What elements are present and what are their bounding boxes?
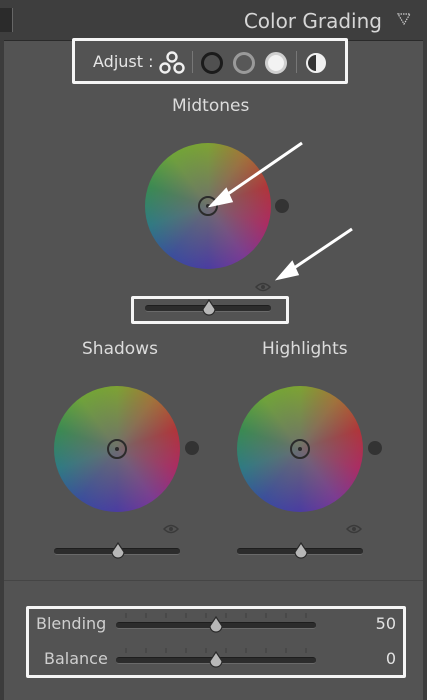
global-half-circle-icon[interactable]: [305, 52, 327, 74]
midtones-circle-icon[interactable]: [233, 52, 255, 74]
balance-thumb[interactable]: [208, 651, 224, 669]
highlights-wheel-handle[interactable]: [290, 439, 310, 459]
shadows-circle-icon[interactable]: [201, 52, 223, 74]
adjust-highlight-box: Adjust :: [72, 38, 348, 84]
three-circles-icon[interactable]: [159, 51, 185, 75]
balance-value[interactable]: 0: [356, 649, 396, 668]
midtones-slider-arrow: [287, 227, 353, 274]
highlights-hue-dot[interactable]: [368, 441, 382, 455]
midtones-slider-arrowhead: [274, 260, 300, 281]
highlights-circle-icon[interactable]: [265, 52, 287, 74]
balance-label: Balance: [44, 649, 108, 668]
shadows-label: Shadows: [82, 339, 158, 359]
blending-value[interactable]: 50: [356, 614, 396, 633]
shadows-hue-dot[interactable]: [185, 441, 199, 455]
adjust-label: Adjust :: [93, 52, 154, 71]
panel-header[interactable]: Color Grading: [0, 0, 427, 41]
highlights-luminance-thumb[interactable]: [293, 542, 309, 560]
blending-label: Blending: [36, 614, 107, 633]
collapse-triangle-icon[interactable]: [397, 13, 411, 25]
panel-left-edge: [0, 40, 4, 700]
eye-icon[interactable]: [255, 282, 271, 292]
midtones-luminance-thumb[interactable]: [201, 299, 217, 317]
eye-icon[interactable]: [163, 524, 179, 534]
highlights-label: Highlights: [262, 339, 348, 359]
midtones-hue-dot[interactable]: [275, 199, 289, 213]
eye-icon[interactable]: [346, 524, 362, 534]
blending-thumb[interactable]: [208, 616, 224, 634]
section-divider: [4, 580, 423, 581]
color-grading-panel: Color Grading Adjust : Midtones Shadows …: [0, 0, 427, 700]
panel-edge-handle: [0, 8, 13, 32]
shadows-wheel-handle[interactable]: [107, 439, 127, 459]
midtones-label: Midtones: [172, 96, 250, 116]
panel-title: Color Grading: [243, 9, 382, 33]
panel-right-edge: [423, 40, 427, 700]
shadows-luminance-thumb[interactable]: [110, 542, 126, 560]
adjust-separator: [296, 51, 297, 73]
midtones-wheel-handle[interactable]: [198, 196, 218, 216]
adjust-separator: [192, 51, 193, 73]
